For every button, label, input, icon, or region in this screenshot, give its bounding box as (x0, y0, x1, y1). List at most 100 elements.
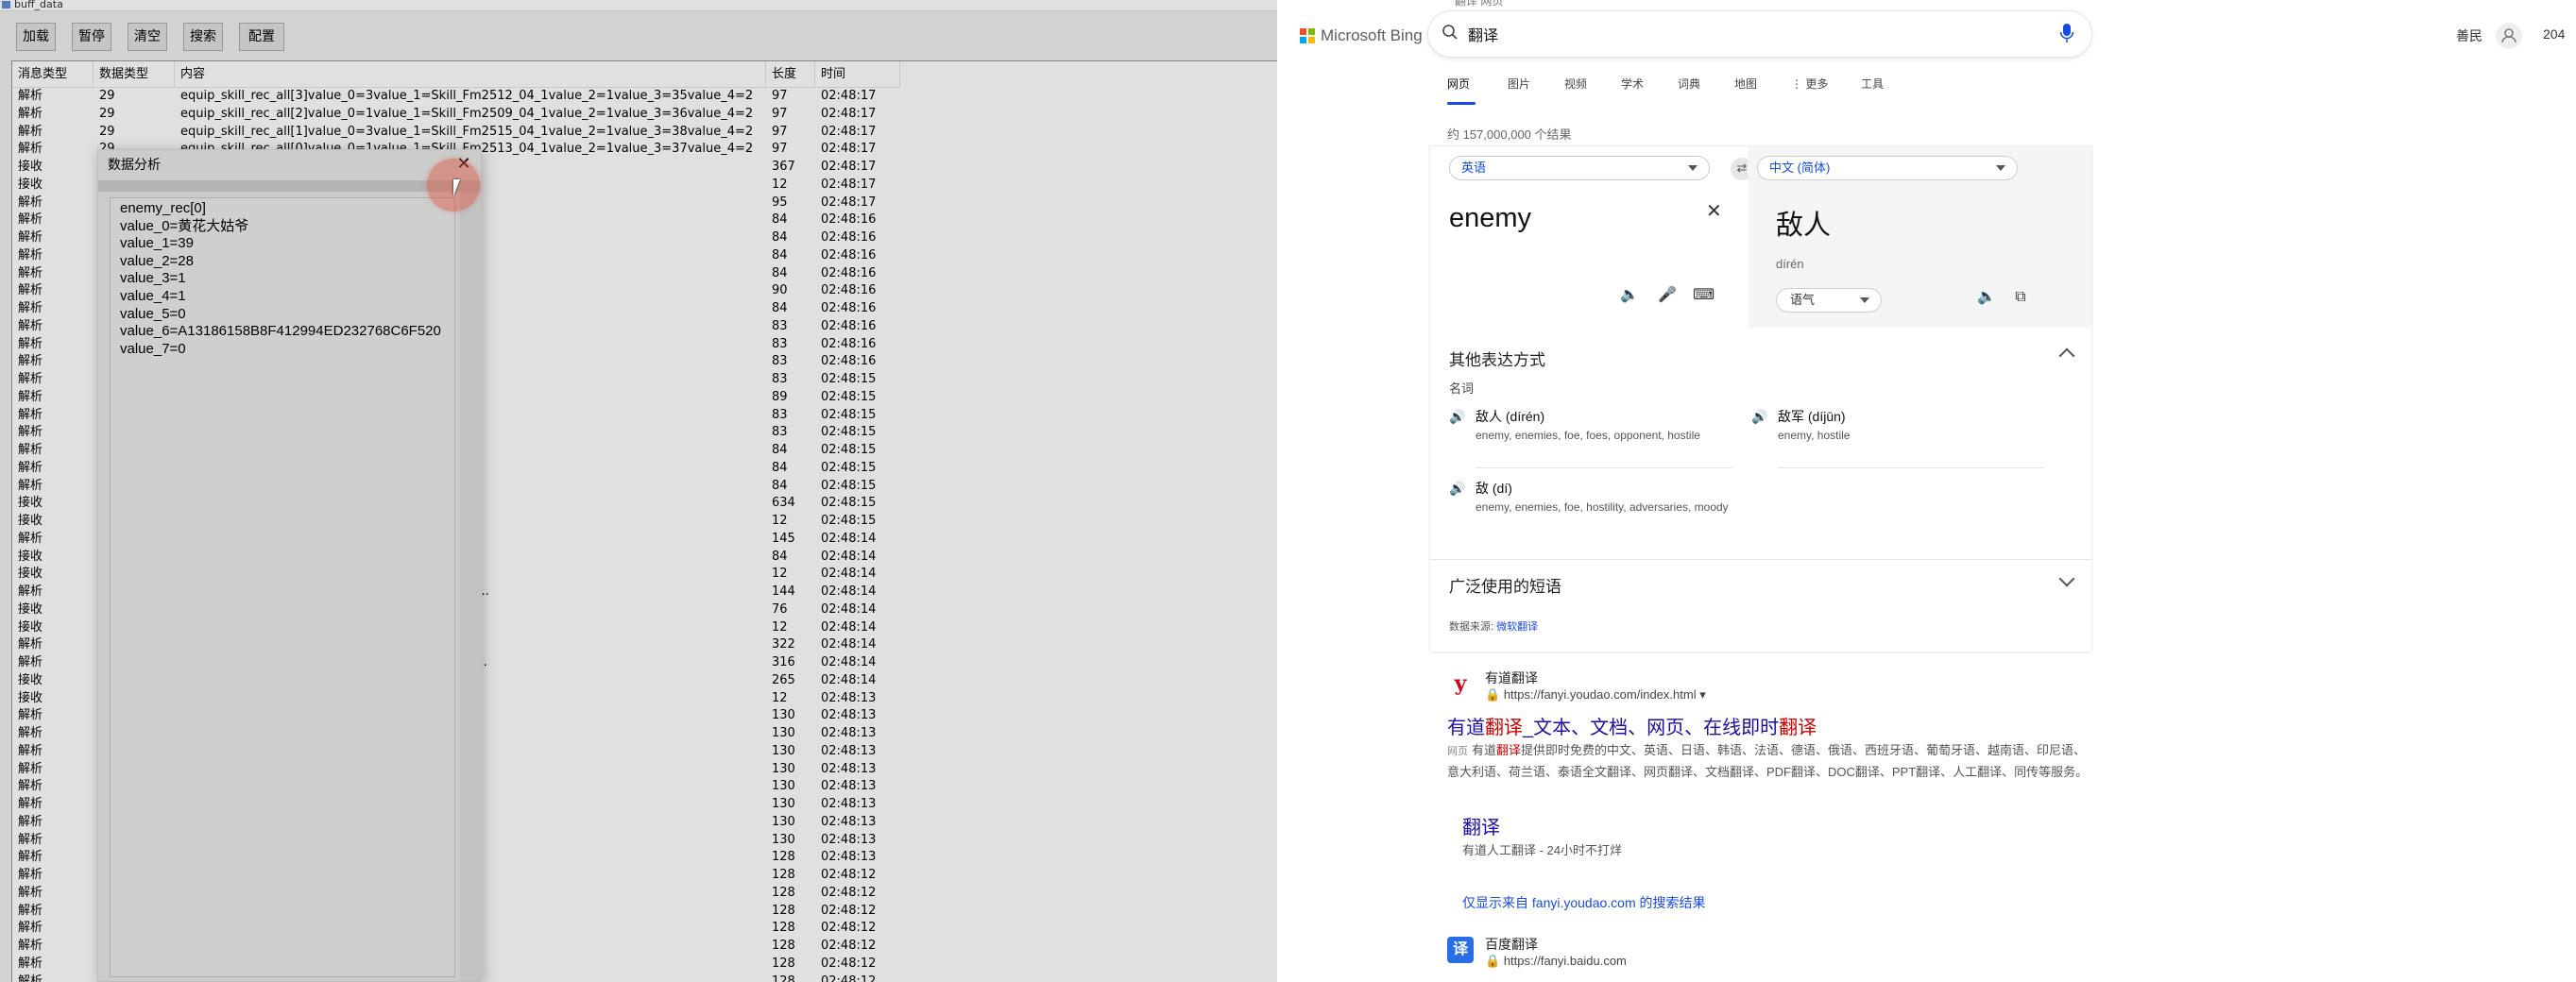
pinyin: dírén (1776, 257, 1804, 271)
site-only-link[interactable]: 仅显示来自 fanyi.youdao.com 的搜索结果 (1462, 893, 1706, 912)
microphone-icon[interactable]: 🎤 (1657, 286, 1678, 305)
cell-msg-type: 解析 (18, 850, 43, 865)
cell-msg-type: 接收 (18, 177, 43, 192)
col-data-type[interactable]: 数据类型 (94, 61, 175, 88)
tab-images[interactable]: 图片 (1508, 76, 1530, 92)
cell-length: 12 (772, 567, 788, 582)
clear-icon[interactable]: ✕ (1706, 199, 1722, 223)
snippet-tag: 网页 (1447, 746, 1468, 757)
speaker-icon[interactable]: 🔈 (1619, 286, 1640, 305)
result-site[interactable]: 百度翻译 (1485, 935, 1538, 954)
table-row[interactable]: 解析 29 equip_skill_rec_all[1]value_0=3value… (12, 124, 900, 142)
source-note-label: 数据来源: (1449, 621, 1494, 633)
speaker-icon[interactable]: 🔊 (1449, 409, 1465, 425)
sitelink-translate[interactable]: 翻译 (1462, 812, 1500, 839)
analysis-line: enemy_rec[0] (120, 200, 206, 216)
cell-msg-type: 接收 (18, 496, 43, 511)
cell-length: 97 (772, 124, 788, 139)
search-button[interactable]: 搜索 (183, 23, 223, 51)
col-content[interactable]: 内容 (175, 61, 766, 88)
microsoft-translator-link[interactable]: 微软翻译 (1496, 621, 1538, 633)
cell-msg-type: 解析 (18, 389, 43, 404)
cell-time: 02:48:12 (821, 939, 877, 953)
result-title[interactable]: 有道翻译_文本、文档、网页、在线即时翻译 (1447, 712, 1817, 739)
cell-length: 84 (772, 230, 788, 245)
chevron-up-icon[interactable] (2058, 347, 2075, 364)
speaker-icon[interactable]: 🔊 (1449, 481, 1465, 497)
col-length[interactable]: 长度 (766, 61, 815, 88)
keyboard-icon[interactable]: ⌨ (1693, 286, 1714, 305)
search-box[interactable] (1428, 11, 2091, 57)
source-language-select[interactable]: 英语 (1449, 156, 1710, 180)
tab-tools[interactable]: 工具 (1861, 76, 1884, 92)
cell-length: 12 (772, 177, 788, 192)
speaker-icon[interactable]: 🔊 (1751, 409, 1767, 425)
cell-length: 130 (772, 743, 795, 758)
alternative-word[interactable]: 敌 (dí) (1476, 479, 1512, 498)
analysis-text[interactable]: enemy_rec[0] value_0=黄花大姑爷 value_1=39 value… (110, 197, 455, 977)
config-button[interactable]: 配置 (239, 23, 284, 51)
dialog-scrollbar[interactable] (460, 192, 481, 981)
copy-icon[interactable]: ⧉ (2010, 288, 2031, 307)
tab-academic[interactable]: 学术 (1621, 76, 1644, 92)
cell-msg-type: 接收 (18, 549, 43, 564)
cell-time: 02:48:16 (821, 212, 877, 228)
target-language-select[interactable]: 中文 (简体) (1757, 156, 2018, 180)
avatar[interactable] (2496, 23, 2522, 49)
cell-length: 128 (772, 956, 795, 971)
tab-dictionary[interactable]: 词典 (1678, 76, 1700, 92)
load-button[interactable]: 加载 (16, 23, 56, 51)
grid-header: 消息类型 数据类型 内容 长度 时间 (12, 61, 900, 88)
tab-maps[interactable]: 地图 (1734, 76, 1757, 92)
speaker-icon[interactable]: 🔈 (1976, 288, 1997, 307)
bing-logo[interactable]: Microsoft Bing (1300, 25, 1423, 47)
alternative-gloss: enemy, enemies, foe, hostility, adversar… (1476, 500, 1729, 514)
cell-time: 02:48:15 (821, 443, 877, 457)
rewards-points[interactable]: 204 (2543, 26, 2565, 42)
cell-length: 130 (772, 761, 795, 776)
browser-tabs[interactable]: 翻译 网页 (1455, 0, 1503, 8)
alternative-word[interactable]: 敌军 (díjūn) (1778, 407, 1846, 426)
chevron-down-icon[interactable] (2058, 570, 2075, 587)
col-time[interactable]: 时间 (815, 61, 900, 88)
cell-msg-type: 解析 (18, 637, 43, 652)
source-text[interactable]: enemy (1449, 203, 1531, 234)
result-url[interactable]: 🔒 https://fanyi.baidu.com (1485, 954, 1627, 969)
result-count: 约 157,000,000 个结果 (1447, 127, 1572, 142)
tab-more[interactable]: ⋮ 更多 (1791, 76, 1828, 92)
col-msg-type[interactable]: 消息类型 (12, 61, 94, 88)
microphone-icon[interactable] (2059, 23, 2074, 43)
cell-time: 02:48:17 (821, 177, 877, 192)
tab-videos[interactable]: 视频 (1564, 76, 1587, 92)
cell-msg-type: 解析 (18, 832, 43, 847)
data-analysis-dialog: 数据分析 ✕ enemy_rec[0] value_0=黄花大姑爷 value_1=… (97, 149, 482, 982)
tone-select[interactable]: 语气 (1776, 288, 1882, 313)
alternative-word[interactable]: 敌人 (dírén) (1476, 407, 1544, 426)
cell-time: 02:48:13 (821, 814, 877, 829)
alternatives-heading[interactable]: 其他表达方式 (1449, 347, 1545, 370)
pause-button[interactable]: 暂停 (72, 23, 111, 51)
title-part: _文本、文档、网页、在线即时 (1523, 718, 1780, 738)
user-name[interactable]: 善民 (2456, 26, 2482, 45)
cell-msg-type: 解析 (18, 265, 43, 280)
cell-msg-type: 解析 (18, 779, 43, 794)
phrases-heading[interactable]: 广泛使用的短语 (1449, 573, 1561, 597)
cell-time: 02:48:16 (821, 354, 877, 369)
cell-time: 02:48:12 (821, 956, 877, 971)
tab-web[interactable]: 网页 (1447, 76, 1470, 92)
clear-button[interactable]: 清空 (128, 23, 167, 51)
result-url[interactable]: 🔒 https://fanyi.youdao.com/index.html ▾ (1485, 687, 1706, 703)
cell-time: 02:48:14 (821, 619, 877, 635)
cell-time: 02:48:12 (821, 903, 877, 918)
analyzer-window: buff_data 加载 暂停 清空 搜索 配置 消息类型 数据类型 内容 长度… (0, 0, 1277, 982)
search-input[interactable] (1468, 23, 1997, 45)
chevron-down-icon[interactable]: ▾ (1699, 687, 1706, 702)
user-icon (2501, 28, 2516, 43)
result-site[interactable]: 有道翻译 (1485, 669, 1538, 687)
cell-length: 90 (772, 283, 788, 298)
table-row[interactable]: 解析 29 equip_skill_rec_all[3]value_0=3value… (12, 88, 900, 106)
title-highlight: 翻译 (1779, 718, 1817, 738)
cell-time: 02:48:15 (821, 389, 877, 404)
cell-time: 02:48:17 (821, 160, 877, 174)
table-row[interactable]: 解析 29 equip_skill_rec_all[2]value_0=1value… (12, 106, 900, 124)
